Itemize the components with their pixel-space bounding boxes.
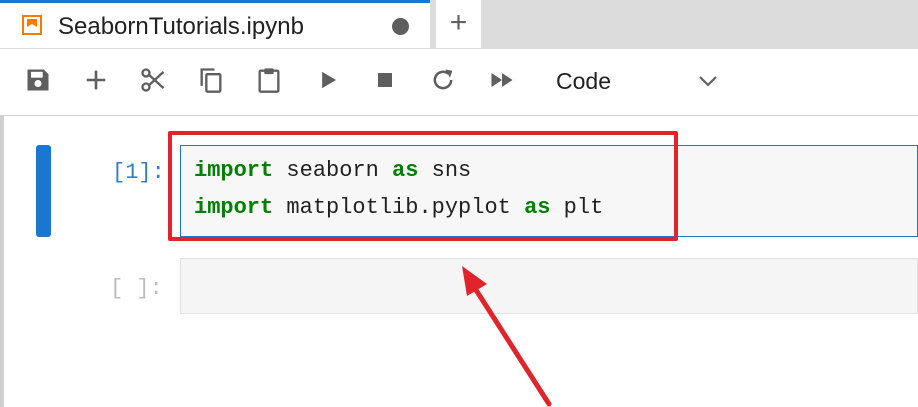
notebook-tab[interactable]: SeabornTutorials.ipynb [0,0,430,48]
chevron-down-icon[interactable] [696,71,720,91]
new-tab-button[interactable]: + [436,0,481,48]
cell-1-prompt: [1]: [112,160,165,185]
notebook-left-edge [0,116,4,407]
cut-button[interactable] [137,64,169,96]
paste-icon [258,68,280,93]
stop-button[interactable] [369,64,401,96]
active-cell-indicator[interactable] [36,145,51,237]
insert-cell-button[interactable] [80,64,112,96]
run-icon [322,71,337,89]
notebook-icon [22,15,42,35]
run-all-icon [491,73,513,87]
copy-button[interactable] [195,64,227,96]
notebook-toolbar: Code [0,49,918,116]
stop-icon [378,73,392,87]
tab-bar: SeabornTutorials.ipynb + [0,0,918,49]
save-button[interactable] [22,64,54,96]
add-icon [86,70,106,90]
cut-icon [141,68,165,92]
annotation-highlight-box [168,131,678,241]
save-icon [27,69,49,91]
copy-icon [200,68,222,93]
unsaved-indicator-icon[interactable] [392,18,409,35]
paste-button[interactable] [253,64,285,96]
tab-title: SeabornTutorials.ipynb [58,13,304,40]
cell-2-editor[interactable] [180,258,918,314]
restart-button[interactable] [427,64,459,96]
restart-icon [433,69,453,90]
cell-type-select[interactable]: Code [556,68,611,95]
cell-2-prompt: [ ]: [110,276,163,301]
run-all-button[interactable] [486,64,518,96]
run-button[interactable] [312,64,344,96]
